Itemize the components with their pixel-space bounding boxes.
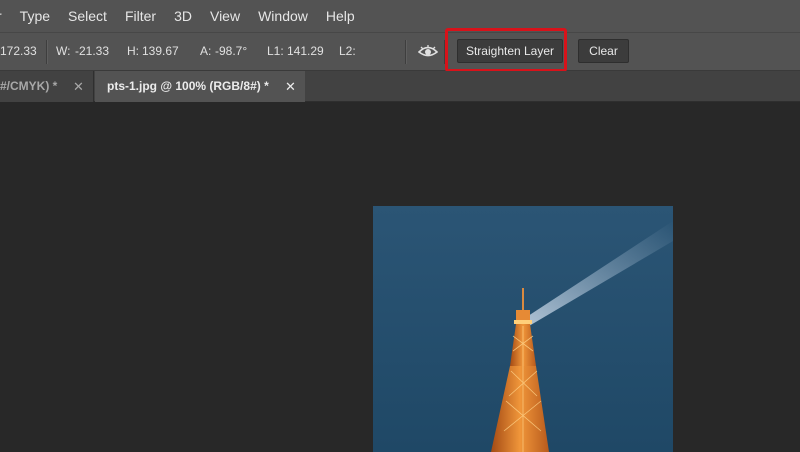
document-tab-bar: #/CMYK) * ✕ pts-1.jpg @ 100% (RGB/8#) * … [0,71,800,102]
options-bar: 172.33 W: -21.33 H: 139.67 A: -98.7° L1:… [0,32,800,71]
a-value: -98.7° [215,44,248,58]
tab-label: #/CMYK) * [0,79,58,93]
w-label: W: [56,44,71,58]
clear-button[interactable]: Clear [578,39,629,63]
straighten-layer-button[interactable]: Straighten Layer [457,39,563,63]
tab-cmyk-document[interactable]: #/CMYK) * ✕ [0,71,94,102]
menu-item-partial[interactable]: r [0,0,11,32]
menu-window[interactable]: Window [249,0,317,32]
h-label: H: [127,44,139,58]
divider [46,40,48,64]
eiffel-tower-photo[interactable] [373,206,673,452]
menu-filter[interactable]: Filter [116,0,165,32]
x-value: 172.33 [0,44,37,58]
menu-bar: r Type Select Filter 3D View Window Help [0,0,800,32]
menu-type[interactable]: Type [11,0,59,32]
a-label: A: [200,44,212,58]
menu-select[interactable]: Select [59,0,116,32]
menu-3d[interactable]: 3D [165,0,201,32]
canvas-area[interactable] [0,102,800,452]
divider [405,40,407,64]
divider [444,40,446,64]
tab-pts-1[interactable]: pts-1.jpg @ 100% (RGB/8#) * ✕ [95,71,305,102]
l2-label: L2: [339,44,356,58]
close-icon[interactable]: ✕ [73,71,84,102]
close-icon[interactable]: ✕ [285,71,296,102]
tab-label: pts-1.jpg @ 100% (RGB/8#) * [107,79,269,93]
menu-help[interactable]: Help [317,0,364,32]
w-value: -21.33 [75,44,110,58]
menu-view[interactable]: View [201,0,249,32]
l1-label: L1: [267,44,284,58]
l1-value: 141.29 [287,44,324,58]
h-value: 139.67 [142,44,179,58]
use-measurement-scale-icon[interactable] [418,44,438,60]
